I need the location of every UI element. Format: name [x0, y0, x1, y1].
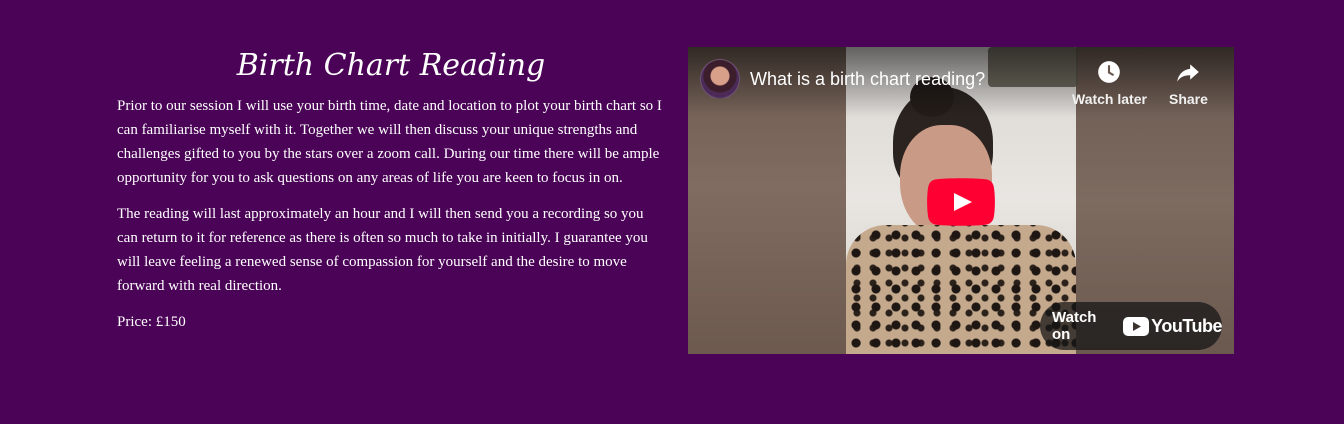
- watch-on-label: Watch on: [1052, 309, 1097, 343]
- price-text: Price: £150: [117, 314, 186, 330]
- play-icon[interactable]: [927, 178, 995, 226]
- share-label: Share: [1169, 91, 1208, 107]
- description-paragraph-2: The reading will last approximately an h…: [117, 206, 648, 294]
- youtube-video-embed[interactable]: What is a birth chart reading? Watch lat…: [688, 47, 1234, 354]
- share-arrow-icon: [1177, 64, 1200, 82]
- youtube-logo: YouTube: [1123, 316, 1222, 337]
- description-paragraph-1: Prior to our session I will use your bir…: [117, 98, 662, 186]
- youtube-logo-icon: [1123, 316, 1150, 336]
- watch-later-label: Watch later: [1072, 91, 1147, 107]
- clock-icon: [1098, 61, 1121, 83]
- video-title-link[interactable]: What is a birth chart reading?: [750, 67, 985, 91]
- service-description: Birth Chart Reading Prior to our session…: [117, 44, 665, 334]
- watch-later-button[interactable]: Watch later: [1072, 59, 1147, 107]
- section-title: Birth Chart Reading: [236, 48, 546, 83]
- youtube-wordmark: YouTube: [1151, 315, 1222, 336]
- channel-avatar[interactable]: [700, 59, 740, 99]
- watch-on-youtube-button[interactable]: Watch on YouTube: [1040, 302, 1222, 350]
- share-button[interactable]: Share: [1169, 59, 1208, 107]
